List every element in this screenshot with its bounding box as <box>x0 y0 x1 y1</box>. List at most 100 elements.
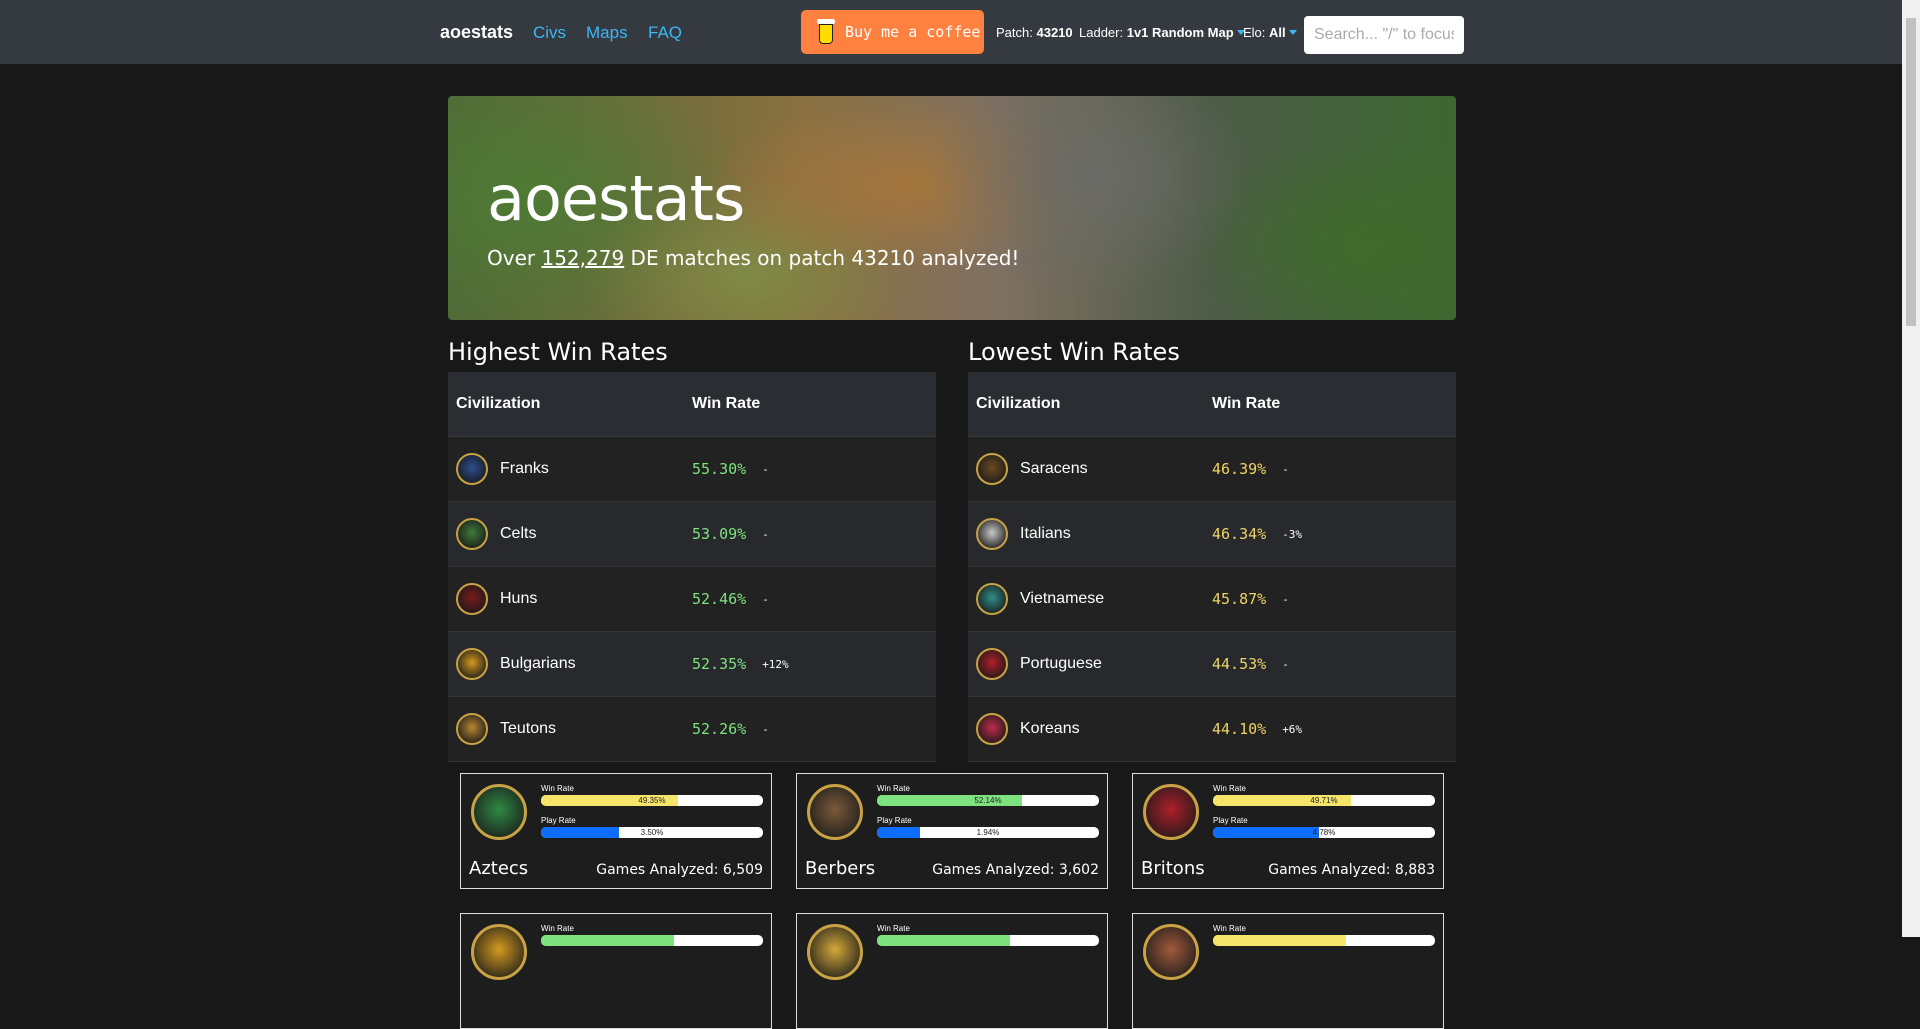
table-header: Civilization Win Rate <box>968 372 1456 437</box>
civ-card[interactable]: Win Rate <box>796 913 1108 1029</box>
win-rate-change: -3% <box>1282 527 1303 541</box>
play-rate-label: Play Rate <box>877 816 912 825</box>
win-rate-value: 44.10% <box>1212 720 1267 738</box>
games-analyzed: Games Analyzed: 3,602 <box>932 862 1099 878</box>
civ-name[interactable]: Koreans <box>1020 720 1080 738</box>
civ-cell: Vietnamese <box>968 583 1212 615</box>
win-rate-value: 44.53% <box>1212 655 1267 673</box>
table-header: Civilization Win Rate <box>448 372 936 437</box>
win-rate-label: Win Rate <box>1213 924 1246 933</box>
nav-link-faq[interactable]: FAQ <box>648 23 682 43</box>
page-scrollbar[interactable] <box>1902 0 1920 937</box>
table-row[interactable]: Bulgarians 52.35% +12% <box>448 632 936 697</box>
nav-link-civs[interactable]: Civs <box>533 23 566 43</box>
civ-card[interactable]: Win Rate 52.14% Play Rate 1.94% Berbers Games… <box>796 773 1108 889</box>
win-rate-cell: 44.10% +6% <box>1212 720 1302 738</box>
column-header-win-rate[interactable]: Win Rate <box>1212 395 1280 413</box>
win-rate-value: 52.46% <box>692 590 747 608</box>
civ-cell: Celts <box>448 518 692 550</box>
coffee-button-label: Buy me a coffee <box>845 23 981 41</box>
win-rate-change: - <box>762 592 769 606</box>
table-row[interactable]: Franks 55.30% - <box>448 437 936 502</box>
civ-name[interactable]: Huns <box>500 590 537 608</box>
nav-link-maps[interactable]: Maps <box>586 23 628 43</box>
win-rate-bar: 49.71% <box>1213 795 1435 806</box>
win-rate-bar-value: 49.71% <box>1310 796 1338 805</box>
koreans-emblem-icon <box>976 713 1008 745</box>
bulgarians-emblem-icon <box>471 924 527 980</box>
ladder-dropdown[interactable]: Ladder: 1v1 Random Map <box>1079 25 1245 40</box>
civ-card[interactable]: Win Rate <box>460 913 772 1029</box>
table-row[interactable]: Vietnamese 45.87% - <box>968 567 1456 632</box>
civ-name[interactable]: Teutons <box>500 720 556 738</box>
civ-name[interactable]: Portuguese <box>1020 655 1102 673</box>
buy-me-a-coffee-button[interactable]: Buy me a coffee <box>801 10 984 54</box>
civ-card-name[interactable]: Britons <box>1141 858 1205 879</box>
civ-cell: Bulgarians <box>448 648 692 680</box>
hero-banner: aoestats Over 152,279 DE matches on patc… <box>448 96 1456 320</box>
match-count-link[interactable]: 152,279 <box>541 246 624 270</box>
scrollbar-thumb[interactable] <box>1906 18 1916 326</box>
column-header-civilization[interactable]: Civilization <box>448 395 692 413</box>
franks-emblem-icon <box>456 453 488 485</box>
civ-cell: Italians <box>968 518 1212 550</box>
table-row[interactable]: Portuguese 44.53% - <box>968 632 1456 697</box>
win-rate-change: - <box>762 722 769 736</box>
civ-name[interactable]: Franks <box>500 460 549 478</box>
win-rate-change: - <box>1282 592 1289 606</box>
play-rate-bar-value: 1.94% <box>976 828 1000 837</box>
civ-name[interactable]: Italians <box>1020 525 1071 543</box>
table-row[interactable]: Celts 53.09% - <box>448 502 936 567</box>
civ-card-name[interactable]: Berbers <box>805 858 875 879</box>
table-row[interactable]: Italians 46.34% -3% <box>968 502 1456 567</box>
play-rate-bar: 1.94% <box>877 827 1099 838</box>
aztecs-emblem-icon <box>471 784 527 840</box>
coffee-cup-icon <box>817 19 835 45</box>
play-rate-bar: 4.78% <box>1213 827 1435 838</box>
win-rate-change: - <box>762 527 769 541</box>
civ-name[interactable]: Vietnamese <box>1020 590 1104 608</box>
search-input[interactable] <box>1304 16 1464 54</box>
highest-win-rates-title: Highest Win Rates <box>448 338 668 366</box>
win-rate-cell: 53.09% - <box>692 525 769 543</box>
teutons-emblem-icon <box>456 713 488 745</box>
column-header-civilization[interactable]: Civilization <box>968 395 1212 413</box>
civ-name[interactable]: Celts <box>500 525 536 543</box>
table-row[interactable]: Koreans 44.10% +6% <box>968 697 1456 762</box>
table-row[interactable]: Saracens 46.39% - <box>968 437 1456 502</box>
civ-name[interactable]: Saracens <box>1020 460 1088 478</box>
win-rate-cell: 46.34% -3% <box>1212 525 1302 543</box>
civ-cell: Koreans <box>968 713 1212 745</box>
brand-logo[interactable]: aoestats <box>440 22 513 43</box>
win-rate-change: +12% <box>762 657 789 671</box>
win-rate-bar: 49.35% <box>541 795 763 806</box>
column-header-win-rate[interactable]: Win Rate <box>692 395 760 413</box>
win-rate-label: Win Rate <box>541 784 574 793</box>
win-rate-bar-value: 49.35% <box>638 796 666 805</box>
civ-card[interactable]: Win Rate 49.71% Play Rate 4.78% Britons Games… <box>1132 773 1444 889</box>
win-rate-value: 46.39% <box>1212 460 1267 478</box>
elo-dropdown[interactable]: Elo: All <box>1243 25 1297 40</box>
win-rate-label: Win Rate <box>541 924 574 933</box>
civ-cell: Huns <box>448 583 692 615</box>
chevron-down-icon <box>1288 30 1297 35</box>
civ-cell: Franks <box>448 453 692 485</box>
table-row[interactable]: Teutons 52.26% - <box>448 697 936 762</box>
win-rate-value: 52.35% <box>692 655 747 673</box>
play-rate-label: Play Rate <box>541 816 576 825</box>
table-row[interactable]: Huns 52.46% - <box>448 567 936 632</box>
win-rate-value: 53.09% <box>692 525 747 543</box>
win-rate-cell: 44.53% - <box>1212 655 1289 673</box>
highest-win-rates-table: Civilization Win Rate Franks 55.30% - Celts… <box>448 372 936 762</box>
civ-name[interactable]: Bulgarians <box>500 655 576 673</box>
play-rate-bar-value: 3.50% <box>640 828 664 837</box>
civ-card-name[interactable]: Aztecs <box>469 858 528 879</box>
win-rate-value: 52.26% <box>692 720 747 738</box>
civ-card[interactable]: Win Rate <box>1132 913 1444 1029</box>
win-rate-cell: 45.87% - <box>1212 590 1289 608</box>
celts-emblem-icon <box>456 518 488 550</box>
civ-card[interactable]: Win Rate 49.35% Play Rate 3.50% Aztecs Games … <box>460 773 772 889</box>
win-rate-cell: 52.35% +12% <box>692 655 789 673</box>
win-rate-cell: 52.26% - <box>692 720 769 738</box>
lowest-win-rates-title: Lowest Win Rates <box>968 338 1180 366</box>
